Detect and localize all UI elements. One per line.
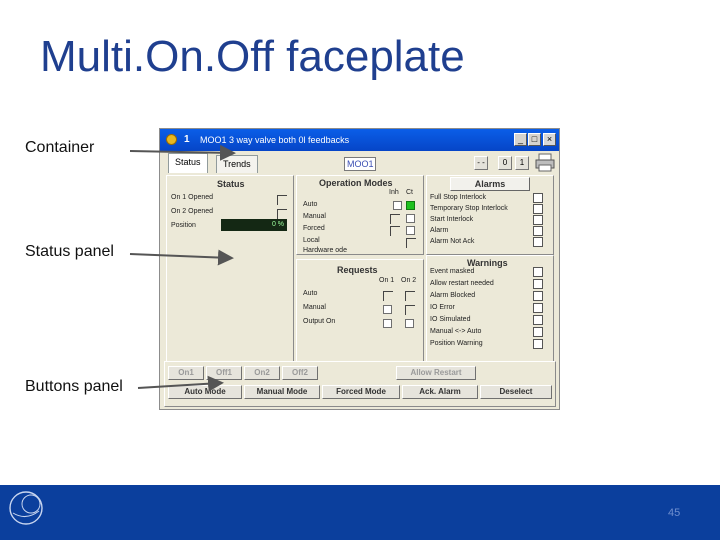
allow-restart-button[interactable]: Allow Restart (396, 366, 476, 380)
off1-button[interactable]: Off1 (206, 366, 242, 380)
status-panel-title: Status (217, 179, 245, 189)
window-title: MOO1 3 way valve both 0l feedbacks (200, 135, 350, 145)
callout-status-panel: Status panel (25, 243, 114, 260)
mode-forced: Forced (303, 225, 325, 232)
mode-forced-inh (390, 226, 400, 236)
alarm-alarm-indicator (533, 226, 543, 236)
tab-status[interactable]: Status (168, 153, 208, 173)
alarm-alarm: Alarm (430, 227, 449, 234)
warning-allow-restart-indicator (533, 279, 543, 289)
callout-container: Container (25, 139, 95, 156)
auto-mode-button[interactable]: Auto Mode (168, 385, 242, 399)
status-row-on2-opened: On 2 Opened (171, 208, 214, 215)
manual-mode-button[interactable]: Manual Mode (244, 385, 320, 399)
mode-auto: Auto (303, 201, 318, 208)
callout-buttons-panel: Buttons panel (25, 378, 123, 395)
warning-io-error-indicator (533, 303, 543, 313)
toolbar-zero-button[interactable]: 0 (498, 156, 512, 170)
printer-icon[interactable] (534, 153, 556, 173)
alarm-full-stop-interlock: Full Stop Interlock (430, 194, 487, 201)
request-output-on1 (383, 319, 392, 328)
alarm-full-stop-indicator (533, 193, 543, 203)
alarm-start-interlock: Start Interlock (430, 216, 474, 223)
requests-header-on1: On 1 (379, 277, 395, 284)
request-manual: Manual (303, 304, 326, 311)
forced-mode-button[interactable]: Forced Mode (322, 385, 400, 399)
mode-forced-ct (406, 226, 415, 235)
minimize-button[interactable]: _ (514, 133, 527, 146)
position-value: 0 % (221, 219, 287, 231)
warning-alarm-blocked: Alarm Blocked (430, 292, 476, 299)
off2-button[interactable]: Off2 (282, 366, 318, 380)
mode-hardware: Hardware ode (303, 247, 347, 254)
operation-modes-panel: Operation Modes Inh Ct Auto Manual Force… (296, 175, 424, 255)
alarm-not-ack: Alarm Not Ack (430, 238, 475, 245)
mode-manual: Manual (303, 213, 326, 220)
slide-footer (0, 485, 720, 540)
operation-modes-header-ct: Ct (406, 189, 413, 196)
requests-header-on2: On 2 (401, 277, 417, 284)
alarm-start-interlock-indicator (533, 215, 543, 225)
status-indicator-on1 (277, 195, 287, 205)
warning-allow-restart-needed: Allow restart needed (430, 280, 494, 287)
app-icon (166, 134, 177, 145)
warning-io-simulated-indicator (533, 315, 543, 325)
deselect-button[interactable]: Deselect (480, 385, 552, 399)
mode-manual-ct (406, 214, 415, 223)
mode-auto-inh (393, 201, 402, 210)
mode-local: Local (303, 237, 320, 244)
warnings-title: Warnings (467, 258, 508, 268)
operation-modes-header-inh: Inh (389, 189, 399, 196)
on1-button[interactable]: On1 (168, 366, 204, 380)
device-name-field[interactable]: MOO1 (344, 157, 376, 171)
page-number: 45 (668, 507, 681, 519)
warning-manual-auto-indicator (533, 327, 543, 337)
mode-auto-active-indicator (406, 201, 415, 210)
window-number: 1 (184, 134, 190, 145)
request-auto: Auto (303, 290, 318, 297)
warning-io-simulated: IO Simulated (430, 316, 471, 323)
requests-title: Requests (337, 265, 378, 275)
cern-logo-icon (9, 491, 43, 525)
warning-io-error: IO Error (430, 304, 455, 311)
warning-event-masked: Event masked (430, 268, 475, 275)
toolbar-dash-button[interactable]: - - (474, 156, 488, 170)
mode-local-ct (406, 238, 416, 248)
request-manual-on1 (383, 305, 392, 314)
status-panel: Status On 1 Opened On 2 Opened Position … (166, 175, 294, 371)
maximize-button[interactable]: □ (528, 133, 541, 146)
warning-position: Position Warning (430, 340, 483, 347)
window-titlebar[interactable]: 1 MOO1 3 way valve both 0l feedbacks _ □… (160, 129, 559, 151)
alarm-temporary-stop-interlock: Temporary Stop Interlock (430, 205, 508, 212)
warning-position-indicator (533, 339, 543, 349)
warning-event-masked-indicator (533, 267, 543, 277)
status-indicator-on2 (277, 209, 287, 219)
on2-button[interactable]: On2 (244, 366, 280, 380)
faceplate-window: 1 MOO1 3 way valve both 0l feedbacks _ □… (159, 128, 560, 410)
request-manual-on2 (405, 305, 415, 315)
request-auto-on2 (405, 291, 415, 301)
warning-alarm-blocked-indicator (533, 291, 543, 301)
requests-panel: Requests On 1 On 2 Auto Manual Output On (296, 259, 424, 371)
operation-modes-title: Operation Modes (319, 178, 393, 188)
request-output-on2 (405, 319, 414, 328)
mode-manual-inh (390, 214, 400, 224)
close-button[interactable]: × (543, 133, 556, 146)
tab-trends[interactable]: Trends (216, 155, 258, 173)
ack-alarm-button[interactable]: Ack. Alarm (402, 385, 478, 399)
request-output-on: Output On (303, 318, 336, 325)
slide-title: Multi.On.Off faceplate (40, 32, 465, 81)
warning-manual-auto: Manual <-> Auto (430, 328, 482, 335)
request-auto-on1 (383, 291, 393, 301)
status-row-on1-opened: On 1 Opened (171, 194, 214, 201)
status-row-position: Position (171, 222, 196, 229)
alarm-not-ack-indicator (533, 237, 543, 247)
alarm-temporary-stop-indicator (533, 204, 543, 214)
toolbar-one-button[interactable]: 1 (515, 156, 529, 170)
alarms-button[interactable]: Alarms (450, 177, 530, 191)
